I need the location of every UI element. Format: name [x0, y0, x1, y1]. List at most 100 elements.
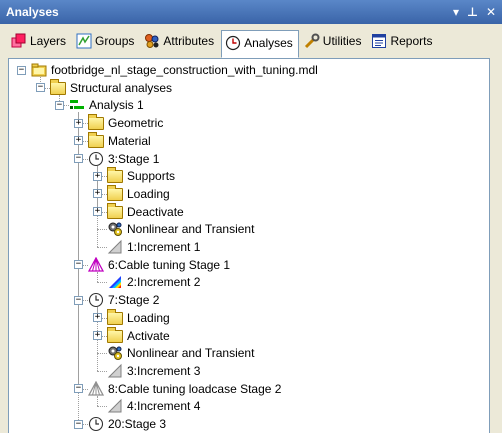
collapse-icon[interactable]: − [55, 100, 64, 110]
tree-item[interactable]: 4:Increment 4 [107, 397, 201, 415]
tree-item[interactable]: 20:Stage 3 [88, 415, 167, 433]
tab-label: Attributes [163, 34, 215, 48]
tab-groups[interactable]: Groups [73, 28, 139, 54]
expand-icon[interactable]: + [74, 118, 83, 128]
tree-connector [97, 353, 107, 355]
tab-utilities[interactable]: Utilities [301, 28, 367, 54]
title-controls: ▾ ⊥ ✕ [453, 3, 496, 21]
tree-item-label: 3:Increment 3 [127, 363, 201, 378]
tab-reports[interactable]: Reports [368, 28, 437, 54]
tree-item[interactable]: Supports [107, 167, 176, 185]
close-icon[interactable]: ✕ [486, 3, 496, 21]
tab-analyses[interactable]: Analyses [221, 30, 299, 58]
analyses-panel: Analyses ▾ ⊥ ✕ Layers Groups Attributes … [0, 0, 502, 433]
expand-icon[interactable]: + [93, 331, 102, 340]
tree-connector [97, 247, 107, 248]
tree-item-label: Supports [127, 169, 176, 184]
folder-icon [88, 114, 104, 131]
expand-icon[interactable]: + [93, 189, 102, 199]
tree-item[interactable]: Structural analyses [50, 78, 173, 97]
utilities-icon [304, 33, 320, 49]
tab-label: Layers [30, 34, 67, 48]
expand-icon[interactable]: + [93, 207, 102, 217]
panel-titlebar[interactable]: Analyses ▾ ⊥ ✕ [0, 0, 502, 24]
tree-item[interactable]: 2:Increment 2 [107, 273, 201, 291]
tree-item[interactable]: Nonlinear and Transient [107, 344, 255, 362]
tree-item-label: 1:Increment 1 [127, 240, 201, 254]
tree-item[interactable]: Deactivate [107, 202, 185, 221]
analyses-icon [225, 35, 241, 51]
tree-item[interactable]: Material [88, 131, 152, 150]
collapse-icon[interactable]: − [74, 419, 83, 429]
model-folder-icon [31, 62, 47, 78]
stage-clock-icon [88, 416, 104, 432]
tree-item-label: Deactivate [127, 204, 184, 219]
reports-icon [372, 34, 387, 48]
tree-item-label: Nonlinear and Transient [127, 346, 255, 361]
tree-item-label: Loading [127, 186, 170, 201]
tree-item[interactable]: 6:Cable tuning Stage 1 [88, 256, 231, 274]
increment-grey-icon [107, 239, 123, 255]
tree-item[interactable]: Analysis 1 [69, 96, 145, 114]
tree-item-label: 20:Stage 3 [108, 417, 167, 431]
cable-tuning-icon [88, 257, 104, 273]
tree-item[interactable]: 1:Increment 1 [107, 238, 201, 256]
tree-item[interactable]: Activate [107, 326, 171, 345]
attributes-icon [145, 34, 159, 48]
tree-item[interactable]: 3:Increment 3 [107, 362, 201, 380]
gears-icon [107, 221, 123, 237]
increment-grey-icon [107, 363, 123, 379]
tree-item-label: Geometric [108, 116, 164, 131]
expand-icon[interactable]: + [93, 313, 102, 323]
tree-item[interactable]: Loading [107, 184, 171, 203]
collapse-icon[interactable]: − [74, 384, 83, 394]
tree-item-label: Nonlinear and Transient [127, 222, 255, 237]
increment-grey-icon [107, 398, 123, 414]
collapse-icon[interactable]: − [74, 295, 83, 305]
tab-label: Groups [95, 34, 135, 48]
tree-connector [97, 406, 107, 408]
folder-icon [107, 202, 123, 220]
analyses-tree[interactable]: − footbridge_nl_stage_construction_with_t… [8, 58, 490, 433]
tree-item-label: 6:Cable tuning Stage 1 [108, 257, 231, 272]
tree-item-label: 3:Stage 1 [108, 151, 160, 166]
collapse-icon[interactable]: − [74, 154, 83, 163]
tab-layers[interactable]: Layers [8, 28, 71, 54]
tree-item[interactable]: footbridge_nl_stage_construction_with_tu… [31, 61, 319, 79]
tree-connector [97, 229, 107, 231]
increment-color-icon [107, 274, 123, 290]
tree-item-label: Loading [127, 310, 170, 325]
layers-icon [11, 33, 26, 48]
expand-icon[interactable]: + [93, 171, 102, 181]
tab-label: Utilities [322, 34, 362, 48]
folder-icon [107, 308, 123, 326]
folder-icon [107, 184, 123, 202]
tree-item-label: Structural analyses [70, 80, 173, 95]
folder-icon [88, 131, 104, 149]
cable-tuning-grey-icon [88, 381, 104, 397]
gears-icon [107, 345, 123, 361]
tree-item-label: Analysis 1 [89, 98, 144, 113]
tree-item[interactable]: Geometric [88, 114, 164, 132]
analysis-icon [69, 97, 85, 113]
pin-icon[interactable]: ⊥ [467, 3, 478, 21]
stage-clock-icon [88, 292, 104, 308]
tree-item-label: footbridge_nl_stage_construction_with_tu… [51, 63, 318, 77]
collapse-icon[interactable]: − [17, 65, 26, 75]
stage-clock-icon [88, 151, 104, 167]
tree-item-label: 8:Cable tuning loadcase Stage 2 [108, 381, 282, 396]
folder-icon [107, 326, 123, 344]
tree-item-label: 7:Stage 2 [108, 293, 160, 308]
tab-attributes[interactable]: Attributes [141, 28, 219, 54]
tree-item[interactable]: 7:Stage 2 [88, 291, 160, 309]
tree-item[interactable]: 3:Stage 1 [88, 150, 160, 168]
tree-item[interactable]: 8:Cable tuning loadcase Stage 2 [88, 380, 282, 398]
collapse-icon[interactable]: − [74, 260, 83, 270]
tree-connector [97, 282, 107, 284]
expand-icon[interactable]: + [74, 136, 83, 146]
tree-item[interactable]: Loading [107, 308, 171, 327]
tree-item[interactable]: Nonlinear and Transient [107, 220, 255, 238]
tree-item-label: 2:Increment 2 [127, 275, 201, 290]
menu-dropdown-icon[interactable]: ▾ [453, 3, 459, 21]
collapse-icon[interactable]: − [36, 83, 45, 93]
